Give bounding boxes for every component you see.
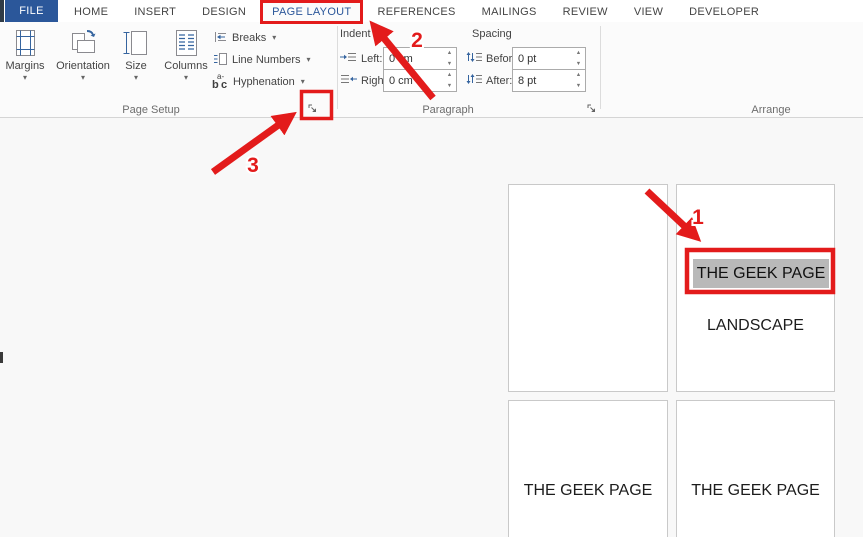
margins-button[interactable]: Margins ▾ — [2, 26, 48, 82]
spacing-after-input[interactable]: 8 pt ▲ ▼ — [512, 69, 586, 92]
spinner-down-icon: ▼ — [575, 60, 582, 67]
tab-mailings[interactable]: MAILINGS — [472, 2, 547, 22]
chevron-down-icon: ▾ — [183, 73, 188, 82]
tab-view[interactable]: VIEW — [624, 2, 673, 22]
spacing-after-label: After: — [486, 74, 513, 87]
window-edge-artifact — [0, 352, 3, 363]
spacing-after-spinner[interactable]: ▲ ▼ — [572, 70, 585, 91]
spinner-down-icon: ▼ — [446, 82, 453, 89]
spinner-up-icon: ▲ — [575, 72, 582, 79]
margins-label: Margins — [5, 60, 45, 72]
chevron-down-icon: ▾ — [272, 33, 277, 42]
spacing-header: Spacing — [472, 28, 512, 40]
chevron-down-icon: ▾ — [133, 73, 138, 82]
breaks-label: Breaks — [232, 32, 267, 44]
tab-file[interactable]: FILE — [5, 0, 58, 22]
ribbon-tab-bar: FILE HOME INSERT DESIGN PAGE LAYOUT REFE… — [0, 0, 863, 24]
step3-arrow — [210, 111, 297, 175]
orientation-button[interactable]: Orientation ▾ — [54, 26, 112, 82]
indent-left-label: Left: — [361, 52, 383, 65]
group-label-page-setup: Page Setup — [122, 104, 180, 116]
size-icon — [121, 27, 151, 59]
indent-right-icon — [340, 72, 357, 90]
tab-design[interactable]: DESIGN — [192, 2, 256, 22]
hyphenation-icon: a- — [212, 72, 229, 91]
page-setup-dialog-launcher[interactable] — [306, 102, 319, 115]
size-label: Size — [125, 60, 147, 72]
tab-references[interactable]: REFERENCES — [367, 2, 465, 22]
indent-header: Indent — [340, 28, 371, 40]
spinner-down-icon: ▼ — [446, 60, 453, 67]
indent-right-value: 0 cm — [389, 75, 413, 87]
chevron-down-icon: ▾ — [306, 55, 311, 64]
indent-left-input[interactable]: 0 cm ▲ ▼ — [383, 47, 457, 70]
spacing-before-input[interactable]: 0 pt ▲ ▼ — [512, 47, 586, 70]
spacing-before-value: 0 pt — [518, 53, 537, 65]
page-text[interactable]: THE GEEK PAGE — [509, 482, 667, 500]
tab-insert[interactable]: INSERT — [124, 2, 186, 22]
indent-left-value: 0 cm — [389, 53, 413, 65]
group-arrange: Position ▾ Wrap Text▾ Bring Forward▾ — [601, 22, 863, 118]
paragraph-dialog-launcher[interactable] — [585, 102, 598, 115]
spacing-after-icon — [466, 72, 482, 90]
spacing-before-icon — [466, 50, 482, 68]
orientation-label: Orientation — [56, 60, 110, 72]
breaks-icon — [212, 30, 228, 47]
selected-text[interactable]: THE GEEK PAGE — [693, 259, 829, 288]
hyphenation-button[interactable]: a- Hyphenation ▾ — [212, 71, 311, 93]
indent-left-spinner[interactable]: ▲ ▼ — [443, 48, 456, 69]
document-page-portrait[interactable]: THE GEEK PAGE PORTRAIT — [508, 184, 668, 516]
page-text[interactable]: LANDSCAPE — [677, 317, 834, 335]
margins-icon — [10, 27, 40, 59]
ribbon: Margins ▾ Orientation ▾ Size ▾ Columns ▾… — [0, 22, 863, 118]
spacing-after-value: 8 pt — [518, 75, 537, 87]
spinner-up-icon: ▲ — [446, 72, 453, 79]
spacing-before-spinner[interactable]: ▲ ▼ — [572, 48, 585, 69]
page-text[interactable]: THE GEEK PAGE — [677, 482, 834, 500]
tab-page-layout[interactable]: PAGE LAYOUT — [260, 0, 364, 24]
indent-right-input[interactable]: 0 cm ▲ ▼ — [383, 69, 457, 92]
hyphenation-label: Hyphenation — [233, 76, 295, 88]
document-page-bottom-left[interactable]: THE GEEK PAGE — [508, 400, 668, 537]
chevron-down-icon: ▾ — [22, 73, 27, 82]
line-numbers-button[interactable]: Line Numbers ▾ — [212, 49, 311, 71]
line-numbers-label: Line Numbers — [232, 54, 301, 66]
spinner-up-icon: ▲ — [575, 50, 582, 57]
group-page-setup: Margins ▾ Orientation ▾ Size ▾ Columns ▾… — [0, 22, 337, 118]
group-paragraph: Indent Spacing Left: 0 cm ▲ ▼ Right: 0 cm… — [338, 22, 600, 118]
columns-button[interactable]: Columns ▾ — [160, 26, 212, 82]
group-label-paragraph: Paragraph — [422, 104, 474, 116]
tab-developer[interactable]: DEVELOPER — [679, 2, 769, 22]
columns-icon — [171, 27, 201, 59]
line-numbers-icon — [212, 52, 228, 69]
document-page-bottom-right[interactable]: THE GEEK PAGE — [676, 400, 835, 537]
tab-review[interactable]: REVIEW — [553, 2, 618, 22]
indent-right-spinner[interactable]: ▲ ▼ — [443, 70, 456, 91]
breaks-button[interactable]: Breaks ▾ — [212, 27, 311, 49]
size-button[interactable]: Size ▾ — [118, 26, 154, 82]
document-page-landscape[interactable]: THE GEEK PAGE LANDSCAPE — [676, 184, 835, 392]
orientation-icon — [68, 27, 98, 59]
spinner-down-icon: ▼ — [575, 82, 582, 89]
chevron-down-icon: ▾ — [300, 77, 305, 86]
columns-label: Columns — [164, 60, 208, 72]
group-label-arrange: Arrange — [751, 104, 791, 116]
spinner-up-icon: ▲ — [446, 50, 453, 57]
window-edge — [0, 0, 4, 22]
step3-number: 3 — [247, 154, 259, 177]
indent-left-icon — [340, 50, 357, 68]
tab-home[interactable]: HOME — [64, 2, 118, 22]
chevron-down-icon: ▾ — [80, 73, 85, 82]
